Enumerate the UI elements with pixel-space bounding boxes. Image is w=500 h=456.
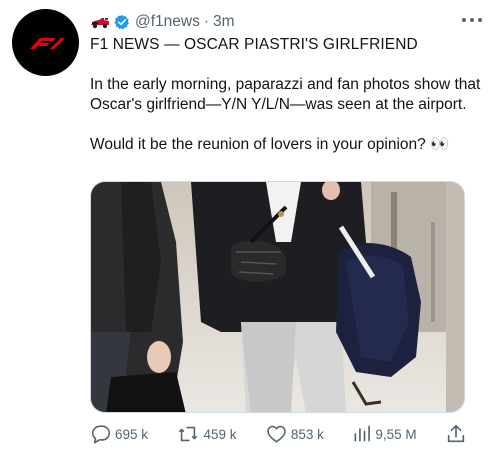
user-handle[interactable]: @f1news xyxy=(135,13,200,31)
more-options-icon[interactable] xyxy=(462,12,482,28)
tweet-question: Would it be the reunion of lovers in you… xyxy=(90,136,450,153)
share-icon xyxy=(447,424,465,443)
tweet-body: F1 NEWS — OSCAR PIASTRI'S GIRLFRIEND In … xyxy=(90,35,482,155)
race-car-icon xyxy=(91,18,109,29)
retweet-count: 459 k xyxy=(203,426,237,442)
views-count: 9,55 M xyxy=(375,426,417,442)
like-count: 853 k xyxy=(290,426,324,442)
retweet-icon xyxy=(179,426,198,442)
tweet-photo[interactable] xyxy=(90,181,465,413)
separator-dot: · xyxy=(203,13,210,30)
retweet-button[interactable]: 459 k xyxy=(176,423,236,445)
reply-count: 695 k xyxy=(115,426,149,442)
f1-logo-icon xyxy=(29,37,65,49)
share-button[interactable] xyxy=(445,423,470,445)
reply-icon xyxy=(91,425,111,444)
heart-icon xyxy=(267,425,286,443)
airport-photo-image xyxy=(91,182,464,412)
tweet: @f1news · 3m F1 NEWS — OSCAR PIASTRI'S G… xyxy=(0,0,500,456)
like-button[interactable]: 853 k xyxy=(265,423,324,445)
reply-button[interactable]: 695 k xyxy=(90,423,148,445)
views-button[interactable]: 9,55 M xyxy=(352,423,417,445)
verified-badge-icon xyxy=(114,15,129,30)
tweet-title: F1 NEWS — OSCAR PIASTRI'S GIRLFRIEND xyxy=(90,36,418,53)
views-chart-icon xyxy=(354,425,371,442)
avatar[interactable] xyxy=(12,9,79,76)
tweet-header: @f1news · 3m xyxy=(90,11,235,33)
tweet-paragraph: In the early morning, paparazzi and fan … xyxy=(90,76,481,113)
tweet-actions: 695 k 459 k 853 k 9,55 M xyxy=(90,422,470,446)
timestamp[interactable]: 3m xyxy=(213,13,235,31)
